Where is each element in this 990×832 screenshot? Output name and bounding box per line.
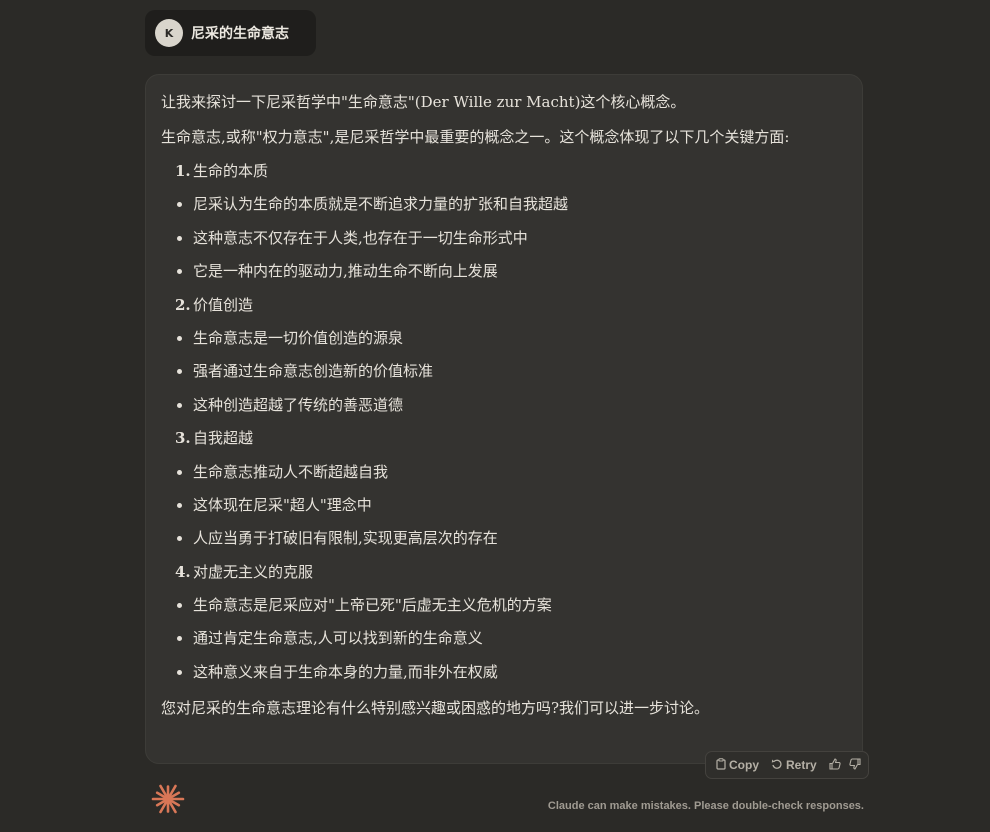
thumbs-up-icon	[829, 757, 841, 773]
list-item-text: 通过肯定生命意志,人可以找到新的生命意义	[193, 629, 483, 648]
clipboard-icon	[716, 757, 726, 773]
list-item-text: 它是一种内在的驱动力,推动生命不断向上发展	[193, 262, 498, 281]
claude-logo-icon	[151, 782, 185, 816]
bullet-item: 尼采认为生命的本质就是不断追求力量的扩张和自我超越	[161, 188, 846, 221]
list-item-text: 强者通过生命意志创造新的价值标准	[193, 362, 434, 381]
copy-button[interactable]: Copy	[716, 757, 759, 773]
bullet-item: 生命意志是一切价值创造的源泉	[161, 322, 846, 355]
list-item-text: 价值创造	[193, 295, 254, 314]
bullet-item: 这体现在尼采"超人"理念中	[161, 489, 846, 522]
retry-icon	[771, 758, 783, 773]
bullet-item: 强者通过生命意志创造新的价值标准	[161, 355, 846, 388]
list-item-text: 这种意义来自于生命本身的力量,而非外在权威	[193, 662, 498, 681]
thumbs-down-icon	[849, 757, 861, 773]
list-item-text: 自我超越	[193, 429, 254, 448]
user-message-bubble: K 尼采的生命意志	[145, 10, 316, 56]
list-item-text: 生命的本质	[193, 162, 269, 180]
disclaimer-text: Claude can make mistakes. Please double-…	[547, 800, 864, 812]
list-item-text: 这种意志不仅存在于人类,也存在于一切生命形式中	[193, 228, 528, 247]
user-avatar: K	[155, 19, 183, 47]
list-number: 2.	[175, 295, 191, 314]
user-message-text: 尼采的生命意志	[191, 26, 289, 42]
retry-label: Retry	[786, 758, 817, 772]
list-item-text: 这体现在尼采"超人"理念中	[193, 495, 372, 514]
bullet-item: 通过肯定生命意志,人可以找到新的生命意义	[161, 622, 846, 655]
numbered-heading: 3. 自我超越	[161, 422, 846, 455]
bullet-item: 生命意志是尼采应对"上帝已死"后虚无主义危机的方案	[161, 589, 846, 622]
list-item-text: 生命意志推动人不断超越自我	[193, 462, 389, 481]
retry-button[interactable]: Retry	[771, 758, 817, 773]
bullet-item: 它是一种内在的驱动力,推动生命不断向上发展	[161, 255, 846, 288]
bullet-item: 这种意志不仅存在于人类,也存在于一切生命形式中	[161, 222, 846, 255]
list-item-text: 这种创造超越了传统的善恶道德	[193, 395, 404, 414]
message-actions-bar: Copy Retry	[705, 751, 869, 779]
list-item-text: 生命意志是一切价值创造的源泉	[193, 328, 404, 347]
bullet-item: 这种创造超越了传统的善恶道德	[161, 389, 846, 422]
list-number: 3.	[175, 429, 191, 448]
list-item-text: 对虚无主义的克服	[193, 562, 314, 581]
response-lead: 生命意志,或称"权力意志",是尼采哲学中最重要的概念之一。这个概念体现了以下几个…	[161, 128, 790, 146]
response-list: 1. 生命的本质尼采认为生命的本质就是不断追求力量的扩张和自我超越 这种意志不仅存在…	[161, 155, 846, 689]
copy-label: Copy	[729, 758, 759, 772]
bullet-item: 生命意志推动人不断超越自我	[161, 456, 846, 489]
list-item-text: 生命意志是尼采应对"上帝已死"后虚无主义危机的方案	[193, 596, 552, 615]
list-item-text: 人应当勇于打破旧有限制,实现更高层次的存在	[193, 529, 498, 548]
assistant-response: 让我来探讨一下尼采哲学中"生命意志"(Der Wille zur Macht)这…	[145, 74, 863, 764]
thumbs-up-button[interactable]	[829, 757, 841, 773]
response-closing: 您对尼采的生命意志理论有什么特别感兴趣或困惑的地方吗?我们可以进一步讨论。	[161, 699, 710, 718]
response-intro: 让我来探讨一下尼采哲学中"生命意志"(Der Wille zur Macht)这…	[161, 93, 686, 111]
numbered-heading: 4. 对虚无主义的克服	[161, 556, 846, 589]
list-number: 4.	[175, 562, 191, 581]
list-item-text: 尼采认为生命的本质就是不断追求力量的扩张和自我超越	[193, 195, 569, 214]
bullet-item: 人应当勇于打破旧有限制,实现更高层次的存在	[161, 522, 846, 555]
thumbs-down-button[interactable]	[849, 757, 861, 773]
list-number: 1.	[175, 162, 191, 180]
numbered-heading: 1. 生命的本质	[161, 155, 846, 188]
chat-page: K 尼采的生命意志 让我来探讨一下尼采哲学中"生命意志"(Der Wille z…	[0, 0, 990, 832]
bullet-item: 这种意义来自于生命本身的力量,而非外在权威	[161, 656, 846, 689]
numbered-heading: 2. 价值创造	[161, 289, 846, 322]
